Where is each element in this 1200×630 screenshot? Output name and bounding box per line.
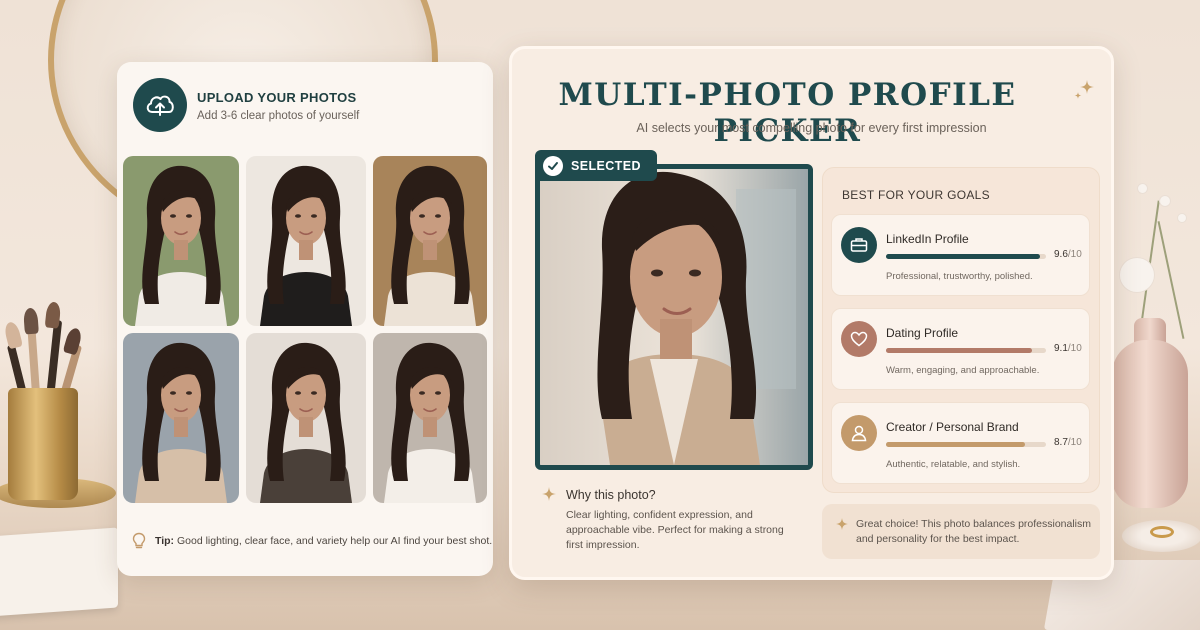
goal-score: 9.6/10 — [1054, 249, 1082, 260]
goal-name: Creator / Personal Brand — [886, 420, 1019, 434]
lightbulb-icon — [132, 532, 146, 549]
photo-thumbnail[interactable] — [373, 333, 487, 503]
why-title: Why this photo? — [566, 488, 656, 502]
goals-title: BEST FOR YOUR GOALS — [842, 188, 990, 202]
goal-score-fill — [886, 254, 1040, 259]
portrait-image — [123, 333, 239, 503]
upload-subtitle: Add 3-6 clear photos of yourself — [197, 110, 360, 122]
portrait-image — [246, 156, 366, 326]
background-book — [0, 527, 118, 617]
page-subtitle: AI selects your most compelling photo fo… — [636, 121, 987, 135]
sparkle-icon — [1074, 80, 1094, 99]
goal-score: 8.7/10 — [1054, 437, 1082, 448]
background-brush-tip — [44, 301, 62, 329]
portrait-image — [373, 156, 487, 326]
goal-score-bar — [886, 442, 1046, 447]
background-brush-cup — [8, 388, 78, 500]
confirmation-note: Great choice! This photo balances profes… — [822, 504, 1100, 559]
goal-creator[interactable]: Creator / Personal Brand 8.7/10 Authenti… — [831, 402, 1090, 484]
background-flower — [1138, 184, 1147, 193]
goal-score-denominator: /10 — [1067, 249, 1082, 260]
selected-badge: SELECTED — [535, 150, 657, 181]
goal-description: Authentic, relatable, and stylish. — [886, 459, 1021, 470]
goal-score-value: 8.7 — [1054, 437, 1068, 448]
tip-body: Good lighting, clear face, and variety h… — [176, 535, 493, 547]
background-brush-tip — [3, 320, 23, 350]
background-vase — [1112, 340, 1188, 508]
check-icon — [543, 155, 563, 176]
cloud-upload-icon — [146, 95, 174, 116]
photo-thumbnail[interactable] — [373, 156, 487, 326]
picker-panel: MULTI-PHOTO PROFILE PICKER AI selects yo… — [509, 46, 1114, 580]
goal-linkedin[interactable]: LinkedIn Profile 9.6/10 Professional, tr… — [831, 214, 1090, 296]
goal-name: LinkedIn Profile — [886, 232, 969, 246]
selected-photo[interactable] — [535, 164, 813, 470]
background-flower — [1160, 196, 1170, 206]
heart-icon — [841, 321, 877, 357]
selected-label: SELECTED — [571, 158, 641, 173]
goal-description: Professional, trustworthy, polished. — [886, 271, 1033, 282]
goal-score-denominator: /10 — [1067, 437, 1082, 448]
portrait-image — [246, 333, 366, 503]
goal-name: Dating Profile — [886, 326, 959, 340]
goal-score-bar — [886, 254, 1046, 259]
portrait-image — [373, 333, 487, 503]
tip-text: Tip: Good lighting, clear face, and vari… — [155, 535, 492, 547]
goals-card: BEST FOR YOUR GOALS LinkedIn Profile 9.6… — [822, 167, 1100, 493]
goal-description: Warm, engaging, and approachable. — [886, 365, 1040, 376]
goal-score-value: 9.1 — [1054, 343, 1068, 354]
goal-score-denominator: /10 — [1067, 343, 1082, 354]
background-brush-tip — [23, 307, 39, 335]
goal-score-value: 9.6 — [1054, 249, 1068, 260]
background-flower — [1178, 214, 1186, 222]
upload-panel: UPLOAD YOUR PHOTOS Add 3-6 clear photos … — [117, 62, 493, 576]
page-title: MULTI-PHOTO PROFILE PICKER — [558, 77, 1017, 149]
sparkle-icon — [836, 518, 848, 530]
upload-button[interactable] — [133, 78, 187, 132]
background-ring — [1150, 526, 1174, 538]
sparkle-icon — [542, 487, 556, 501]
goal-score-fill — [886, 442, 1026, 447]
tip-label: Tip: — [155, 535, 175, 547]
goal-score-bar — [886, 348, 1046, 353]
photo-thumbnail[interactable] — [246, 333, 366, 503]
goal-score-fill — [886, 348, 1032, 353]
note-text: Great choice! This photo balances profes… — [856, 518, 1092, 545]
background-flower — [1120, 258, 1154, 292]
tip-row: Tip: Good lighting, clear face, and vari… — [131, 532, 492, 550]
photo-thumbnail[interactable] — [246, 156, 366, 326]
photo-thumbnail[interactable] — [123, 156, 239, 326]
person-icon — [841, 415, 877, 451]
photo-thumbnail[interactable] — [123, 333, 239, 503]
goal-score: 9.1/10 — [1054, 343, 1082, 354]
photo-grid — [123, 156, 487, 503]
why-text: Clear lighting, confident expression, an… — [566, 509, 784, 551]
briefcase-icon — [841, 227, 877, 263]
goal-dating[interactable]: Dating Profile 9.1/10 Warm, engaging, an… — [831, 308, 1090, 390]
portrait-image — [123, 156, 239, 326]
portrait-image — [540, 169, 808, 465]
upload-title: UPLOAD YOUR PHOTOS — [197, 90, 357, 105]
